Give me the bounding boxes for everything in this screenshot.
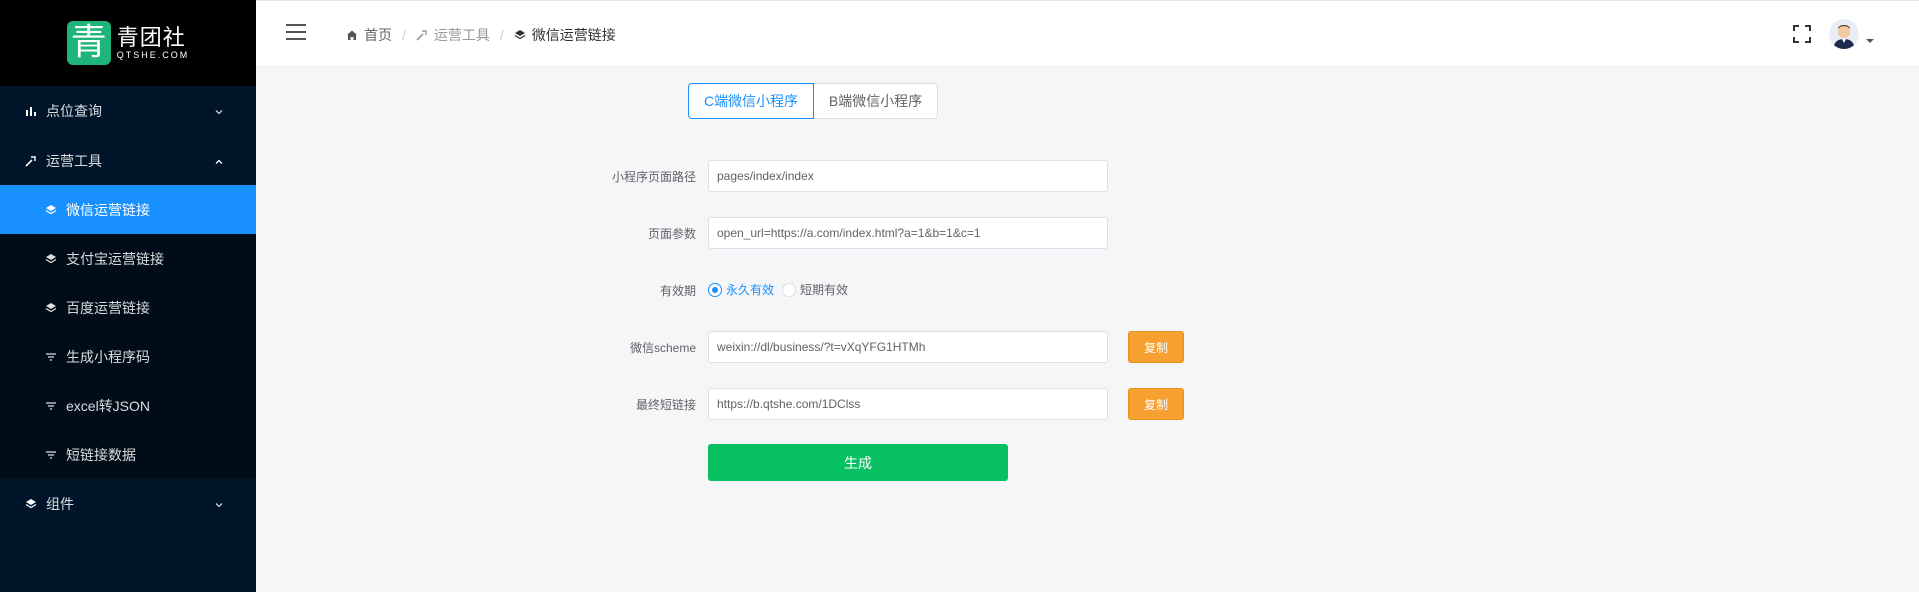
path-label: 小程序页面路径 bbox=[611, 170, 696, 184]
radio-short-term-label: 短期有效 bbox=[800, 283, 849, 297]
chevron-up-icon bbox=[214, 154, 224, 170]
radio-permanent[interactable]: 永久有效 bbox=[708, 281, 774, 298]
radio-dot bbox=[708, 282, 722, 297]
filter-icon bbox=[44, 350, 58, 364]
sidebar-item-excel-json[interactable]: excel转JSON bbox=[0, 381, 256, 430]
breadcrumb-separator: / bbox=[402, 27, 406, 43]
sidebar-item-ops-tools[interactable]: 运营工具 bbox=[0, 136, 256, 185]
radio-permanent-label: 永久有效 bbox=[726, 283, 775, 297]
tab-c-wechat-miniprogram[interactable]: C端微信小程序 bbox=[688, 83, 814, 119]
filter-icon bbox=[44, 399, 58, 413]
sidebar: 青 青团社 QTSHE.COM 点位查询 运营工具 微信运营链接 支付宝运营链接… bbox=[0, 0, 256, 592]
generate-button[interactable]: 生成 bbox=[708, 444, 1008, 481]
short-link-label: 最终短链接 bbox=[635, 398, 696, 412]
avatar[interactable] bbox=[1829, 19, 1859, 49]
breadcrumb-home[interactable]: 首页 bbox=[346, 25, 392, 45]
chevron-down-icon bbox=[214, 104, 224, 120]
sidebar-item-label: excel转JSON bbox=[66, 397, 151, 414]
tool-icon bbox=[24, 154, 38, 168]
sidebar-item-components[interactable]: 组件 bbox=[0, 479, 256, 528]
sidebar-item-label: 组件 bbox=[46, 495, 74, 512]
sidebar-item-label: 点位查询 bbox=[46, 102, 102, 119]
caret-down-icon[interactable] bbox=[1865, 31, 1875, 49]
short-link-input[interactable] bbox=[708, 388, 1108, 420]
validity-radio-group: 永久有效 短期有效 bbox=[708, 281, 856, 298]
logo[interactable]: 青 青团社 QTSHE.COM bbox=[0, 0, 256, 86]
sidebar-item-alipay-links[interactable]: 支付宝运营链接 bbox=[0, 234, 256, 283]
page-params-input[interactable] bbox=[708, 217, 1108, 249]
breadcrumb-current-label: 微信运营链接 bbox=[531, 27, 616, 43]
breadcrumb-separator: / bbox=[499, 27, 504, 43]
tab-b-wechat-miniprogram[interactable]: B端微信小程序 bbox=[813, 83, 938, 119]
breadcrumb: 首页 / 运营工具 / 微信运营链接 bbox=[346, 25, 616, 45]
logo-mark: 青 bbox=[66, 21, 111, 65]
wechat-scheme-input[interactable] bbox=[708, 331, 1108, 363]
sidebar-item-short-link-data[interactable]: 短链接数据 bbox=[0, 430, 256, 479]
breadcrumb-section-label: 运营工具 bbox=[433, 27, 490, 43]
sidebar-item-baidu-links[interactable]: 百度运营链接 bbox=[0, 283, 256, 332]
radio-dot bbox=[782, 282, 797, 297]
fullscreen-icon[interactable] bbox=[1793, 25, 1811, 48]
menu-toggle-icon[interactable] bbox=[286, 24, 306, 45]
sidebar-item-label: 运营工具 bbox=[46, 152, 102, 169]
page-path-input[interactable] bbox=[708, 160, 1108, 192]
breadcrumb-current: 微信运营链接 bbox=[514, 25, 616, 45]
chevron-down-icon bbox=[214, 497, 224, 513]
filter-icon bbox=[44, 448, 58, 462]
logo-name: 青团社 bbox=[116, 25, 186, 50]
layers-icon bbox=[44, 203, 58, 217]
copy-scheme-button[interactable]: 复制 bbox=[1128, 331, 1184, 363]
breadcrumb-home-label: 首页 bbox=[364, 27, 392, 43]
layers-icon bbox=[24, 497, 38, 511]
sidebar-item-label: 支付宝运营链接 bbox=[66, 250, 164, 267]
top-header: 首页 / 运营工具 / 微信运营链接 bbox=[256, 0, 1919, 65]
radio-short-term[interactable]: 短期有效 bbox=[782, 281, 848, 298]
scheme-label: 微信scheme bbox=[629, 341, 696, 355]
sidebar-item-point-query[interactable]: 点位查询 bbox=[0, 86, 256, 135]
tool-icon bbox=[416, 29, 428, 41]
sidebar-item-label: 短链接数据 bbox=[66, 446, 136, 463]
validity-label: 有效期 bbox=[659, 284, 696, 298]
bar-chart-icon bbox=[24, 104, 38, 118]
layers-icon bbox=[514, 29, 526, 41]
layers-icon bbox=[44, 252, 58, 266]
sidebar-item-label: 百度运营链接 bbox=[66, 299, 150, 316]
sidebar-item-label: 生成小程序码 bbox=[66, 348, 150, 365]
sidebar-item-wechat-links[interactable]: 微信运营链接 bbox=[0, 185, 256, 234]
layers-icon bbox=[44, 301, 58, 315]
breadcrumb-section[interactable]: 运营工具 bbox=[416, 25, 490, 45]
sidebar-item-mini-program-code[interactable]: 生成小程序码 bbox=[0, 332, 256, 381]
logo-text: 青团社 QTSHE.COM bbox=[116, 25, 190, 61]
params-label: 页面参数 bbox=[647, 227, 696, 241]
copy-short-link-button[interactable]: 复制 bbox=[1128, 388, 1184, 420]
logo-domain: QTSHE.COM bbox=[116, 50, 190, 60]
sidebar-item-label: 微信运营链接 bbox=[66, 201, 150, 218]
home-icon bbox=[346, 29, 358, 41]
